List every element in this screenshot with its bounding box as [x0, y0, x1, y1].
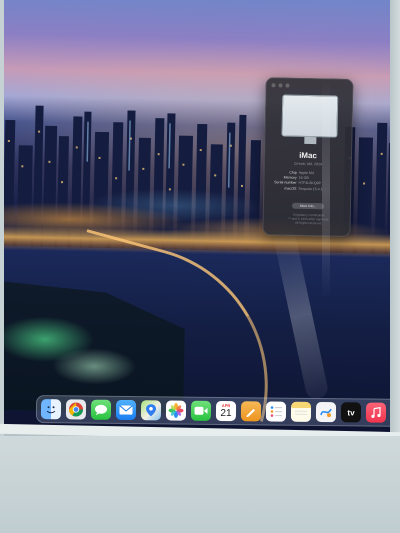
dock: APR 21 tv	[35, 395, 400, 427]
messages-icon[interactable]	[90, 399, 112, 420]
freeform-icon[interactable]	[315, 401, 337, 423]
reminders-icon[interactable]	[265, 401, 287, 422]
photos-icon[interactable]	[165, 400, 187, 421]
spec-row: macOS Sequoia 15.4.1	[270, 186, 348, 193]
finder-icon[interactable]	[40, 399, 62, 420]
close-button[interactable]	[271, 83, 276, 88]
specs-list: Chip Apple M4 Memory 16 GB Serial number…	[270, 170, 348, 192]
legal-text: Regulatory Certification ™ and © 1983-20…	[270, 212, 348, 226]
model-name: iMac	[299, 150, 318, 161]
spec-label: macOS	[284, 186, 297, 191]
maps-icon[interactable]	[140, 400, 162, 421]
bezel-right-edge	[390, 0, 400, 440]
apple-tv-icon[interactable]: tv	[340, 402, 362, 423]
pages-icon[interactable]	[240, 401, 262, 422]
model-subtitle: 24-inch, M4, 2024	[293, 161, 322, 167]
facetime-icon[interactable]	[190, 400, 212, 421]
chrome-icon[interactable]	[65, 399, 87, 420]
music-icon[interactable]	[365, 402, 387, 423]
about-this-mac-window[interactable]: iMac 24-inch, M4, 2024 Chip Apple M4 Mem…	[262, 77, 354, 237]
calendar-icon[interactable]: APR 21	[215, 400, 237, 422]
imac-chin	[0, 436, 400, 533]
photo-frame: iMac 24-inch, M4, 2024 Chip Apple M4 Mem…	[0, 0, 400, 533]
bezel-left-edge	[0, 0, 4, 440]
more-info-button[interactable]: More Info...	[291, 202, 325, 210]
calendar-day: 21	[220, 407, 232, 420]
minimize-button[interactable]	[278, 83, 283, 88]
notes-icon[interactable]	[290, 401, 312, 422]
window-controls	[271, 83, 290, 88]
rights-text: All Rights Reserved.	[294, 220, 323, 226]
mail-icon[interactable]	[115, 399, 137, 421]
screen-glare-streak	[322, 80, 330, 300]
zoom-button[interactable]	[285, 83, 290, 88]
appletv-label: tv	[347, 407, 355, 417]
